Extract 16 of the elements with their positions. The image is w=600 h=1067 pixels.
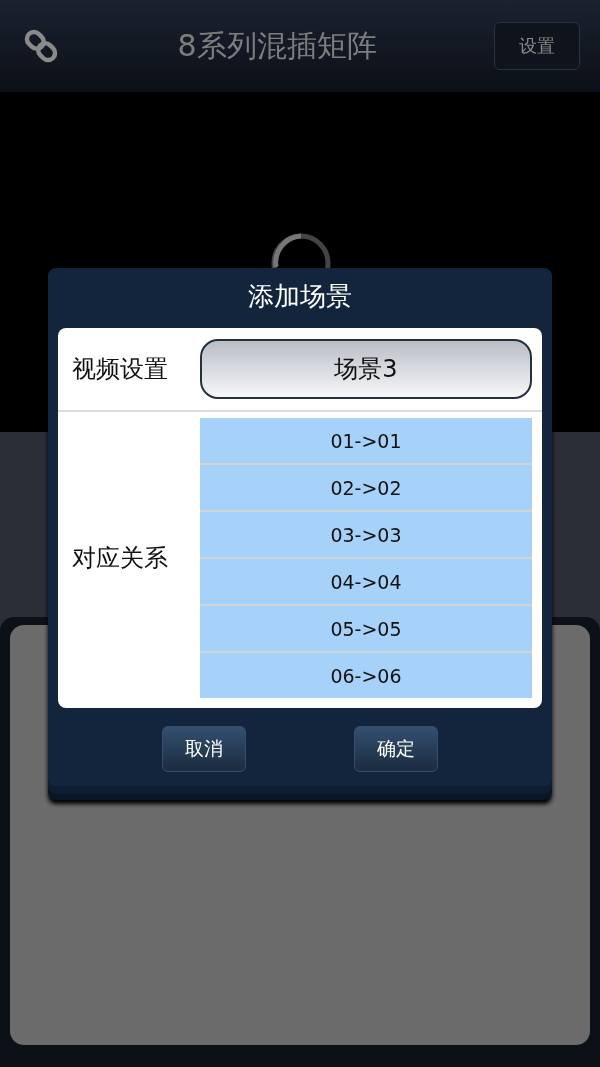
mapping-item[interactable]: 05->05 [200,604,532,651]
mapping-item[interactable]: 04->04 [200,557,532,604]
dialog-title: 添加场景 [247,280,353,313]
scene-name-field[interactable]: 场景3 [200,339,532,399]
app-title: 8系列混插矩阵 [176,26,378,65]
dialog-button[interactable]: 确定 [354,726,438,772]
mapping-item[interactable]: 03->03 [200,510,532,557]
settings-button[interactable]: 设置 [494,22,580,70]
mapping-item[interactable]: 01->01 [200,418,532,463]
mapping-label: 对应关系 [72,543,169,574]
video-settings-label: 视频设置 [72,354,169,385]
dialog-button[interactable]: 取消 [162,726,246,772]
mapping-item[interactable]: 06->06 [200,651,532,698]
mapping-item[interactable]: 02->02 [200,463,532,510]
link-icon[interactable] [22,27,60,65]
loading-spinner-icon [270,232,332,268]
